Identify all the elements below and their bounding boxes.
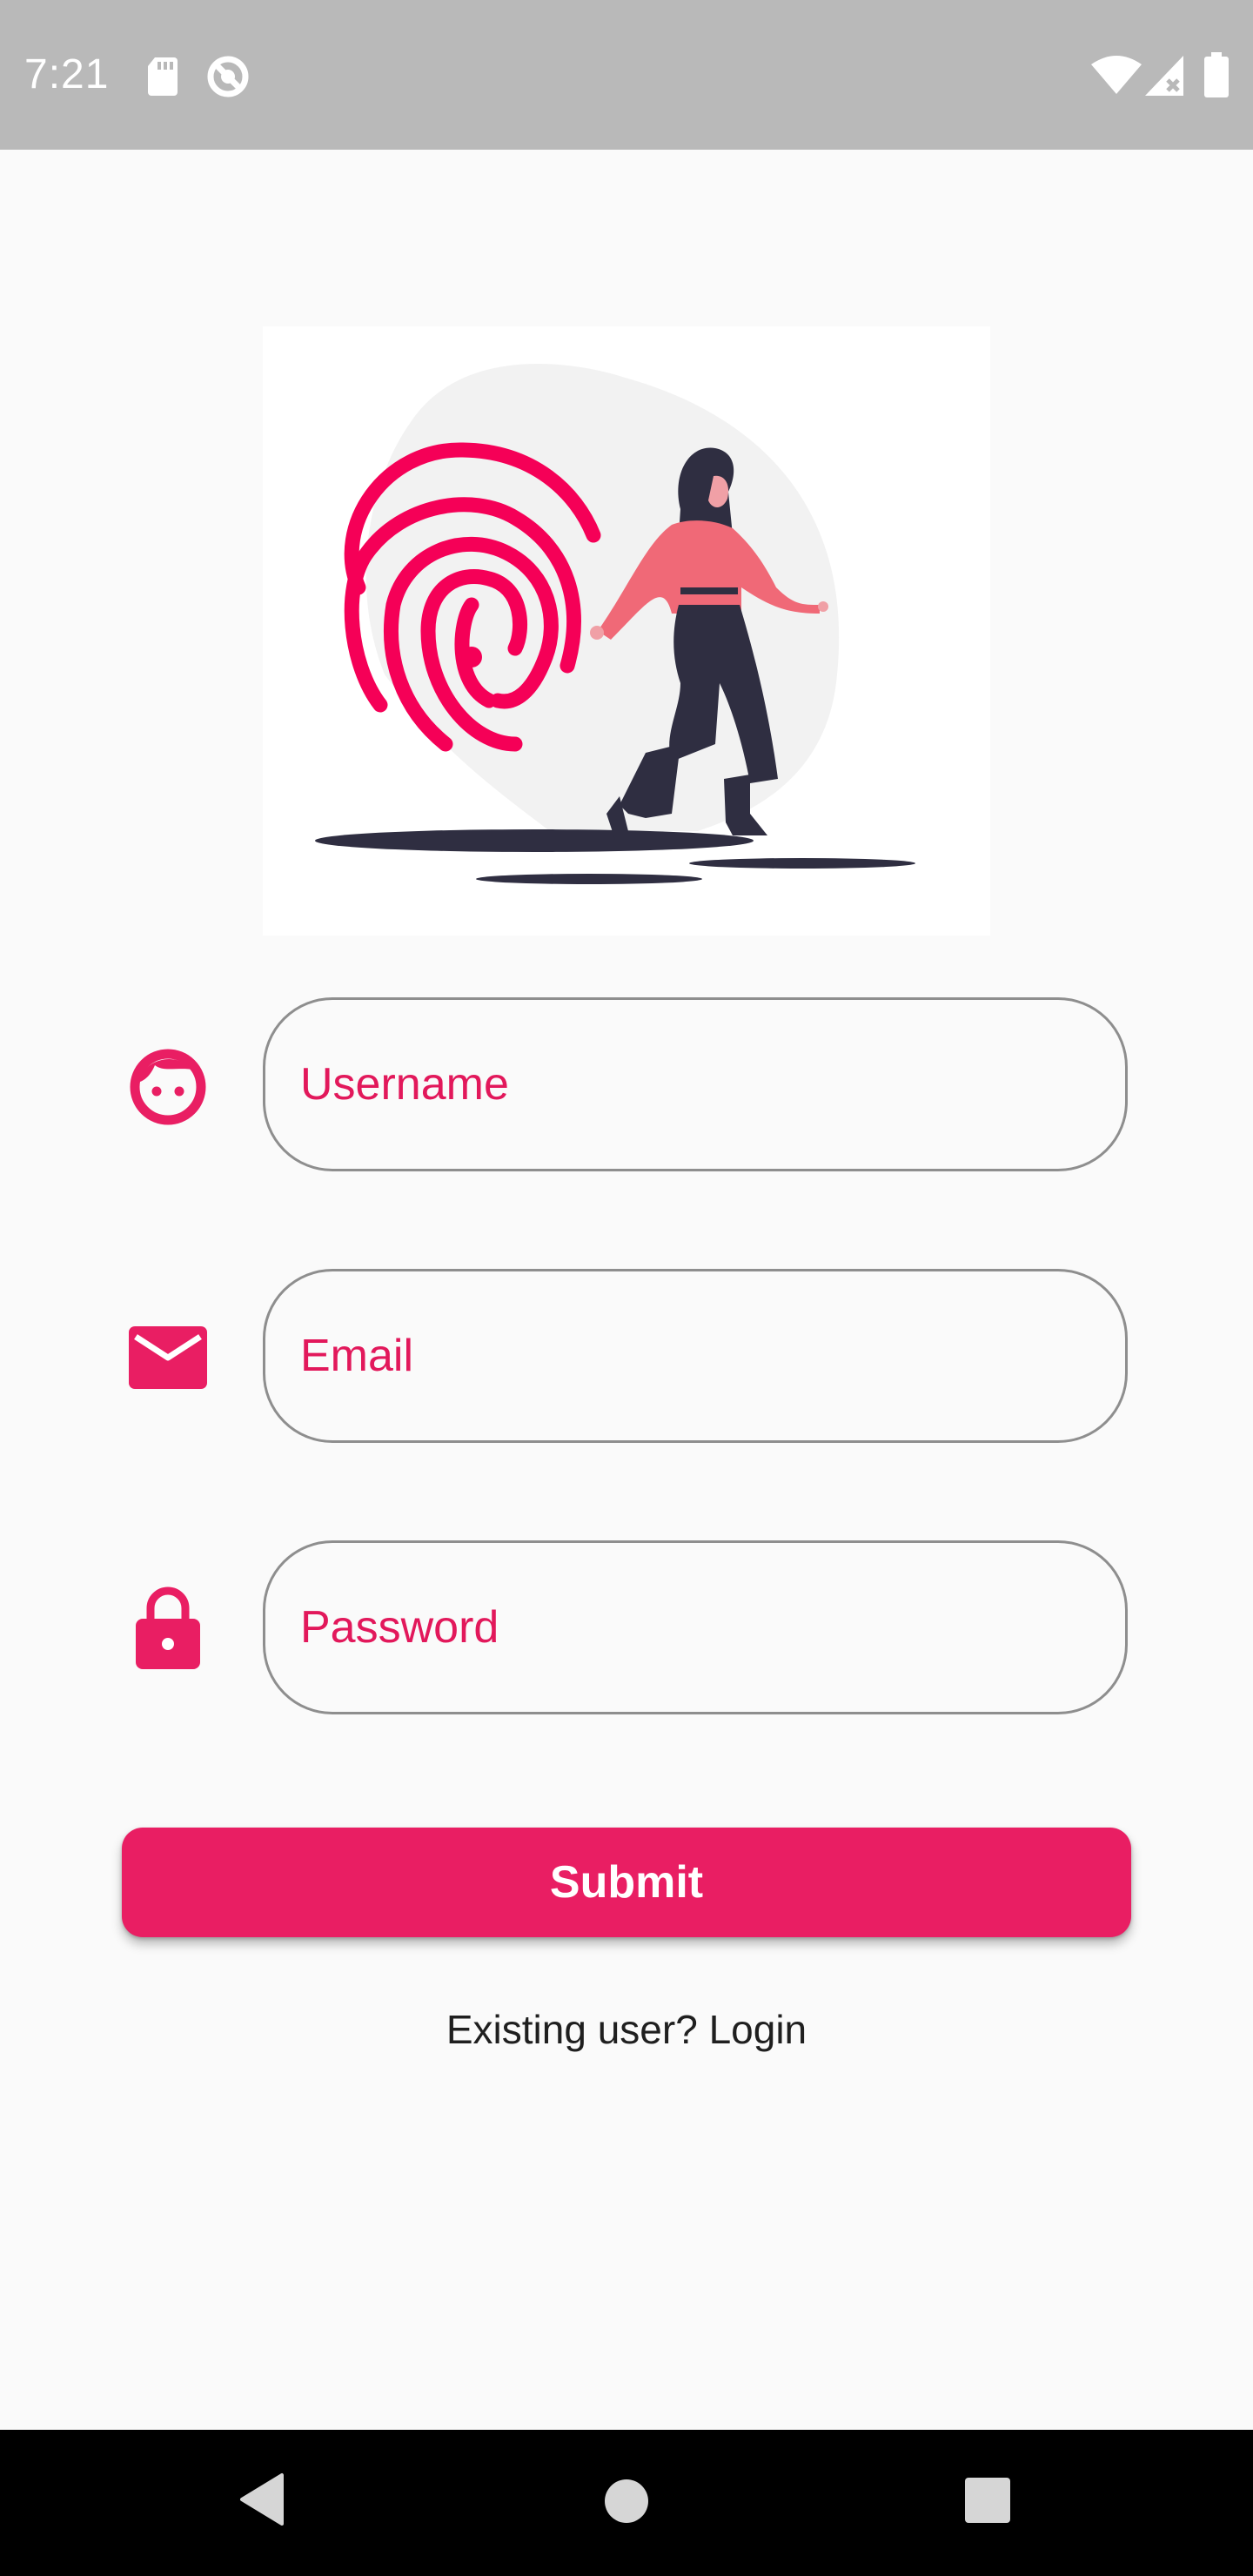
recents-icon[interactable] [964,2477,1011,2524]
submit-button[interactable]: Submit [122,1828,1131,1937]
status-time: 7:21 [24,51,110,97]
navigation-bar [0,2430,1253,2576]
signal-icon [1145,56,1183,96]
email-field[interactable]: Email [263,1269,1128,1443]
wifi-icon [1091,56,1142,94]
do-not-disturb-icon [207,56,249,97]
email-placeholder: Email [300,1331,414,1381]
sd-card-icon [148,57,178,96]
password-placeholder: Password [300,1602,499,1653]
username-field[interactable]: Username [263,997,1128,1171]
password-field[interactable]: Password [263,1540,1128,1714]
home-icon[interactable] [602,2477,651,2526]
fingerprint-woman-illustration [263,326,990,936]
lock-icon [136,1587,200,1669]
status-bar: 7:21 [0,0,1253,150]
battery-icon [1204,52,1229,97]
username-placeholder: Username [300,1059,509,1110]
existing-user-login-link[interactable]: Existing user? Login [0,2002,1253,2057]
face-icon [130,1049,206,1125]
back-icon[interactable] [237,2472,285,2527]
mail-icon [129,1326,207,1389]
